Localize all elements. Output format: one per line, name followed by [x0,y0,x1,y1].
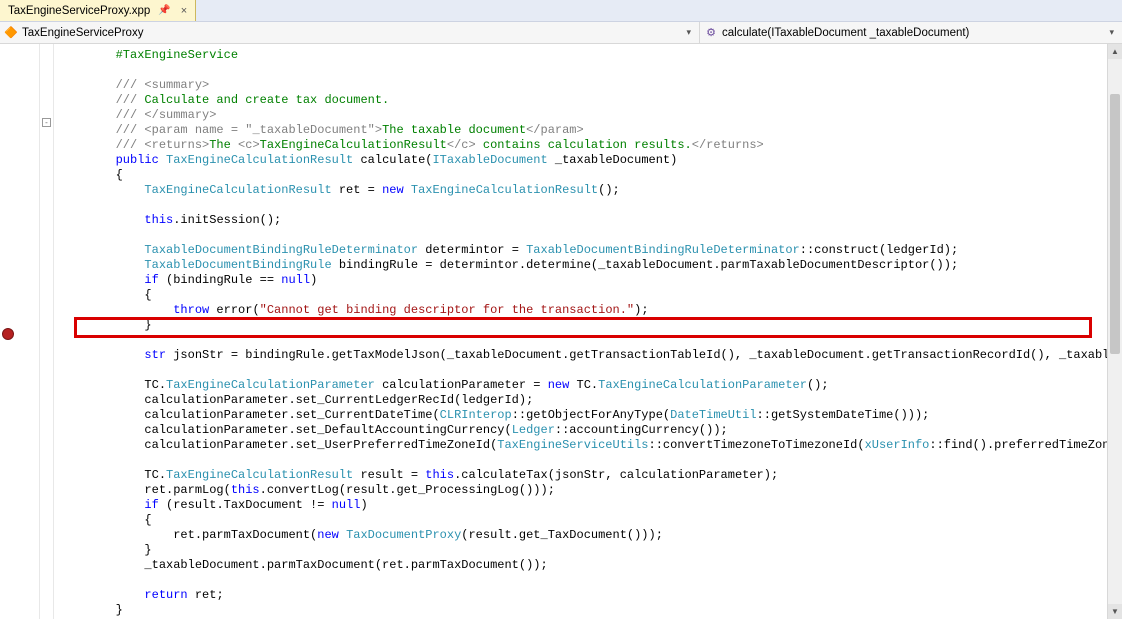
editor: - #TaxEngineService /// <summary> /// Ca… [0,44,1122,619]
method-icon: ⚙ [704,26,718,40]
file-tab[interactable]: TaxEngineServiceProxy.xpp 📌 × [0,0,196,21]
navigation-bar: 🔶 TaxEngineServiceProxy ▾ ⚙ calculate(IT… [0,22,1122,44]
tab-strip: TaxEngineServiceProxy.xpp 📌 × [0,0,1122,22]
outline-gutter[interactable]: - [40,44,54,619]
pin-icon[interactable]: 📌 [156,5,172,16]
vertical-scrollbar[interactable]: ▲ ▼ [1107,44,1122,619]
scroll-down-button[interactable]: ▼ [1108,604,1122,619]
breakpoint-gutter[interactable] [0,44,40,619]
chevron-down-icon[interactable]: ▾ [686,27,695,38]
source-code[interactable]: #TaxEngineService /// <summary> /// Calc… [54,48,1122,618]
tab-title: TaxEngineServiceProxy.xpp [8,5,150,17]
code-viewport[interactable]: #TaxEngineService /// <summary> /// Calc… [54,44,1122,619]
member-name: calculate(ITaxableDocument _taxableDocum… [722,27,969,39]
scroll-up-button[interactable]: ▲ [1108,44,1122,59]
class-icon: 🔶 [4,26,18,40]
breakpoint-glyph[interactable] [2,328,14,340]
chevron-down-icon[interactable]: ▾ [1109,27,1118,38]
scroll-thumb[interactable] [1110,94,1120,354]
type-selector[interactable]: 🔶 TaxEngineServiceProxy ▾ [0,22,700,43]
close-icon[interactable]: × [179,5,189,17]
member-selector[interactable]: ⚙ calculate(ITaxableDocument _taxableDoc… [700,22,1122,43]
collapse-toggle[interactable]: - [42,118,51,127]
type-name: TaxEngineServiceProxy [22,27,143,39]
